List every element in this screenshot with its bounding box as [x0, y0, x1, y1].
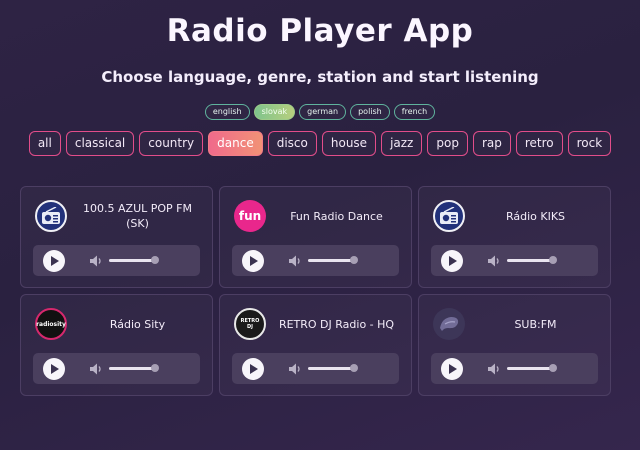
genre-house-button[interactable]: house [321, 131, 377, 156]
station-name: SUB:FM [514, 317, 557, 331]
play-icon [50, 255, 59, 266]
language-german-button[interactable]: german [299, 104, 347, 120]
play-icon [448, 255, 457, 266]
play-button[interactable] [242, 249, 264, 272]
volume-icon[interactable] [288, 362, 304, 376]
volume-slider[interactable] [109, 256, 159, 264]
genre-country-button[interactable]: country [139, 131, 204, 156]
volume-slider-handle[interactable] [549, 256, 557, 264]
retro-dj-logo: RETRO DJ [234, 308, 266, 340]
genre-classical-button[interactable]: classical [65, 131, 135, 156]
play-icon [50, 363, 59, 374]
genre-filter: all classical country dance disco house … [0, 131, 640, 156]
language-french-button[interactable]: french [393, 104, 436, 120]
volume-slider[interactable] [507, 256, 557, 264]
genre-pop-button[interactable]: pop [427, 131, 468, 156]
volume-slider[interactable] [308, 256, 358, 264]
station-name: 100.5 AZUL POP FM (SK) [83, 202, 192, 230]
station-name: Rádio Sity [109, 317, 166, 331]
language-english-button[interactable]: english [204, 104, 250, 120]
audio-player [33, 245, 200, 276]
audio-player [232, 353, 399, 384]
volume-icon[interactable] [288, 254, 304, 268]
audio-player [33, 353, 200, 384]
play-icon [448, 363, 457, 374]
station-card: 100.5 AZUL POP FM (SK) [20, 186, 213, 288]
play-icon [249, 255, 258, 266]
fun-radio-logo: fun [234, 200, 266, 232]
station-grid: 100.5 AZUL POP FM (SK) fun Fun Radio Dan… [20, 186, 611, 396]
radio-icon [35, 200, 67, 232]
subfm-logo [433, 308, 465, 340]
radio-sity-logo: radiosity [35, 308, 67, 340]
station-card: RETRO DJ RETRO DJ Radio - HQ [219, 294, 412, 396]
play-button[interactable] [43, 249, 65, 272]
station-card: Rádio KIKS [418, 186, 611, 288]
volume-slider-handle[interactable] [350, 256, 358, 264]
language-polish-button[interactable]: polish [350, 104, 390, 120]
language-slovak-button[interactable]: slovak [253, 104, 296, 120]
genre-rap-button[interactable]: rap [472, 131, 511, 156]
volume-slider[interactable] [308, 364, 358, 372]
station-name: Rádio KIKS [505, 209, 566, 223]
volume-slider[interactable] [109, 364, 159, 372]
station-card: radiosity Rádio Sity [20, 294, 213, 396]
station-card: fun Fun Radio Dance [219, 186, 412, 288]
volume-icon[interactable] [487, 254, 503, 268]
volume-slider[interactable] [507, 364, 557, 372]
radio-icon [433, 200, 465, 232]
audio-player [232, 245, 399, 276]
volume-icon[interactable] [487, 362, 503, 376]
play-icon [249, 363, 258, 374]
station-name: RETRO DJ Radio - HQ [278, 317, 395, 331]
volume-icon[interactable] [89, 254, 105, 268]
volume-icon[interactable] [89, 362, 105, 376]
volume-slider-handle[interactable] [350, 364, 358, 372]
play-button[interactable] [43, 357, 65, 380]
audio-player [431, 245, 598, 276]
volume-slider-handle[interactable] [151, 364, 159, 372]
station-card: SUB:FM [418, 294, 611, 396]
station-name: Fun Radio Dance [290, 209, 383, 223]
play-button[interactable] [441, 249, 463, 272]
genre-jazz-button[interactable]: jazz [381, 131, 423, 156]
audio-player [431, 353, 598, 384]
volume-slider-handle[interactable] [549, 364, 557, 372]
genre-all-button[interactable]: all [28, 131, 61, 156]
play-button[interactable] [441, 357, 463, 380]
genre-retro-button[interactable]: retro [515, 131, 563, 156]
volume-slider-handle[interactable] [151, 256, 159, 264]
genre-disco-button[interactable]: disco [267, 131, 317, 156]
genre-rock-button[interactable]: rock [567, 131, 612, 156]
page-title: Radio Player App [166, 13, 474, 49]
language-filter: english slovak german polish french [0, 104, 640, 120]
play-button[interactable] [242, 357, 264, 380]
page-subtitle: Choose language, genre, station and star… [101, 68, 539, 86]
genre-dance-button[interactable]: dance [208, 131, 263, 156]
